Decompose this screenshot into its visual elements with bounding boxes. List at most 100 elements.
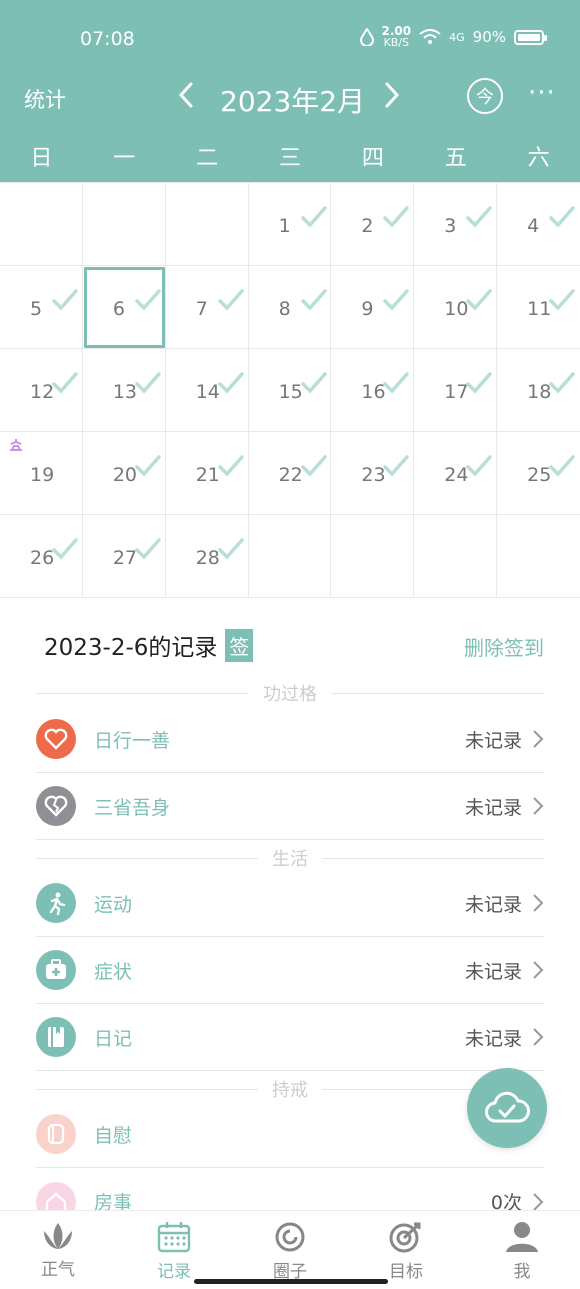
calendar-day[interactable]: 11 <box>497 266 580 349</box>
weekday: 四 <box>361 146 384 171</box>
today-label: 今 <box>476 87 494 108</box>
record-label: 三省吾身 <box>94 796 171 819</box>
calendar-day[interactable]: 1 <box>248 183 332 266</box>
check-icon <box>52 538 78 560</box>
weekday-header: 日 一 二 三 四 五 六 <box>0 140 580 180</box>
broken-heart-icon <box>36 786 76 826</box>
calendar-day[interactable]: 9 <box>331 266 415 349</box>
calendar-day[interactable]: 17 <box>414 349 498 432</box>
battery-percent: 90% <box>472 28 506 46</box>
chevron-right-icon <box>533 730 544 748</box>
calendar-day[interactable]: 6 <box>82 266 166 349</box>
calendar-day[interactable]: 25 <box>497 432 580 515</box>
day-number: 15 <box>278 381 303 403</box>
calendar-day[interactable]: 27 <box>82 515 166 598</box>
day-number: 21 <box>195 464 220 486</box>
nav-me[interactable]: 我 <box>464 1211 580 1289</box>
section-divider: 生活 <box>36 845 544 871</box>
calendar-day[interactable]: 10 <box>414 266 498 349</box>
day-number: 9 <box>361 298 374 320</box>
calendar-day[interactable]: 19 <box>0 432 83 515</box>
check-icon <box>383 289 410 311</box>
check-icon <box>549 455 575 477</box>
calendar-day[interactable]: 24 <box>414 432 498 515</box>
day-number: 23 <box>361 464 386 486</box>
day-number: 10 <box>444 298 469 320</box>
check-icon <box>217 372 244 394</box>
check-icon <box>300 206 327 228</box>
check-icon <box>466 455 493 477</box>
calendar-day[interactable]: 5 <box>0 266 83 349</box>
next-month-icon[interactable] <box>382 78 402 112</box>
record-row[interactable]: 日记 未记录 <box>36 1004 544 1071</box>
more-button[interactable]: ··· <box>528 78 556 108</box>
cloud-sync-button[interactable] <box>467 1068 547 1148</box>
check-icon <box>217 455 244 477</box>
calendar-day[interactable]: 7 <box>165 266 249 349</box>
calendar-empty-cell <box>82 183 166 266</box>
calendar-day[interactable]: 18 <box>497 349 580 432</box>
calendar-day[interactable]: 4 <box>497 183 580 266</box>
day-number: 14 <box>195 381 220 403</box>
calendar-day[interactable]: 15 <box>248 349 332 432</box>
record-row[interactable]: 日行一善 未记录 <box>36 706 544 773</box>
calendar-day[interactable]: 14 <box>165 349 249 432</box>
record-date-title: 2023-2-6的记录 <box>44 635 218 661</box>
wifi-icon <box>419 29 441 44</box>
nav-zhengqi[interactable]: 正气 <box>0 1211 116 1289</box>
prev-month-icon[interactable] <box>176 78 196 112</box>
nav-goals[interactable]: 目标 <box>348 1211 464 1289</box>
calendar-day[interactable]: 13 <box>82 349 166 432</box>
calendar-day[interactable]: 28 <box>165 515 249 598</box>
calendar-day[interactable]: 22 <box>248 432 332 515</box>
calendar-day[interactable]: 20 <box>82 432 166 515</box>
calendar-day[interactable]: 26 <box>0 515 83 598</box>
calendar-day[interactable]: 8 <box>248 266 332 349</box>
nav-circle[interactable]: 圈子 <box>232 1211 348 1289</box>
day-number: 11 <box>527 298 552 320</box>
delete-checkin-button[interactable]: 删除签到 <box>464 632 544 661</box>
record-label: 日记 <box>94 1027 133 1050</box>
net-speed: 2.00 KB/S <box>381 24 412 49</box>
chevron-right-icon <box>533 961 544 979</box>
record-value: 未记录 <box>464 960 522 983</box>
weekday: 二 <box>196 146 219 171</box>
day-number: 5 <box>30 298 43 320</box>
calendar-day[interactable]: 12 <box>0 349 83 432</box>
top-header: 07:08 2.00 KB/S 4G 90% 统计 2023年2月 今 ··· 日… <box>0 0 580 182</box>
chevron-right-icon <box>533 797 544 815</box>
day-number: 24 <box>444 464 469 486</box>
calendar-day[interactable]: 23 <box>331 432 415 515</box>
calendar-icon <box>157 1222 191 1253</box>
weekday: 六 <box>527 146 550 171</box>
record-row[interactable]: 三省吾身 未记录 <box>36 773 544 840</box>
nav-label: 记录 <box>157 1262 191 1282</box>
today-button[interactable]: 今 <box>467 78 503 114</box>
check-icon <box>466 206 493 228</box>
chevron-right-icon <box>533 894 544 912</box>
day-number: 1 <box>278 215 291 237</box>
weekday: 三 <box>279 146 302 171</box>
stats-button[interactable]: 统计 <box>24 84 66 114</box>
day-number: 26 <box>30 547 55 569</box>
calendar-day[interactable]: 16 <box>331 349 415 432</box>
check-icon <box>383 206 410 228</box>
record-row[interactable]: 症状 未记录 <box>36 937 544 1004</box>
check-icon <box>466 289 493 311</box>
calendar-day[interactable]: 21 <box>165 432 249 515</box>
person-icon <box>506 1222 538 1252</box>
calendar-day[interactable]: 2 <box>331 183 415 266</box>
check-icon <box>135 289 161 311</box>
check-icon <box>300 455 327 477</box>
day-number: 16 <box>361 381 386 403</box>
check-icon <box>135 538 161 560</box>
record-value: 未记录 <box>464 893 522 916</box>
status-time: 07:08 <box>80 28 135 50</box>
record-row[interactable]: 运动 未记录 <box>36 870 544 937</box>
nav-records[interactable]: 记录 <box>116 1211 232 1289</box>
weekday: 日 <box>30 146 53 171</box>
check-icon <box>466 372 493 394</box>
calendar-empty-cell <box>248 515 332 598</box>
day-number: 2 <box>361 215 374 237</box>
calendar-day[interactable]: 3 <box>414 183 498 266</box>
